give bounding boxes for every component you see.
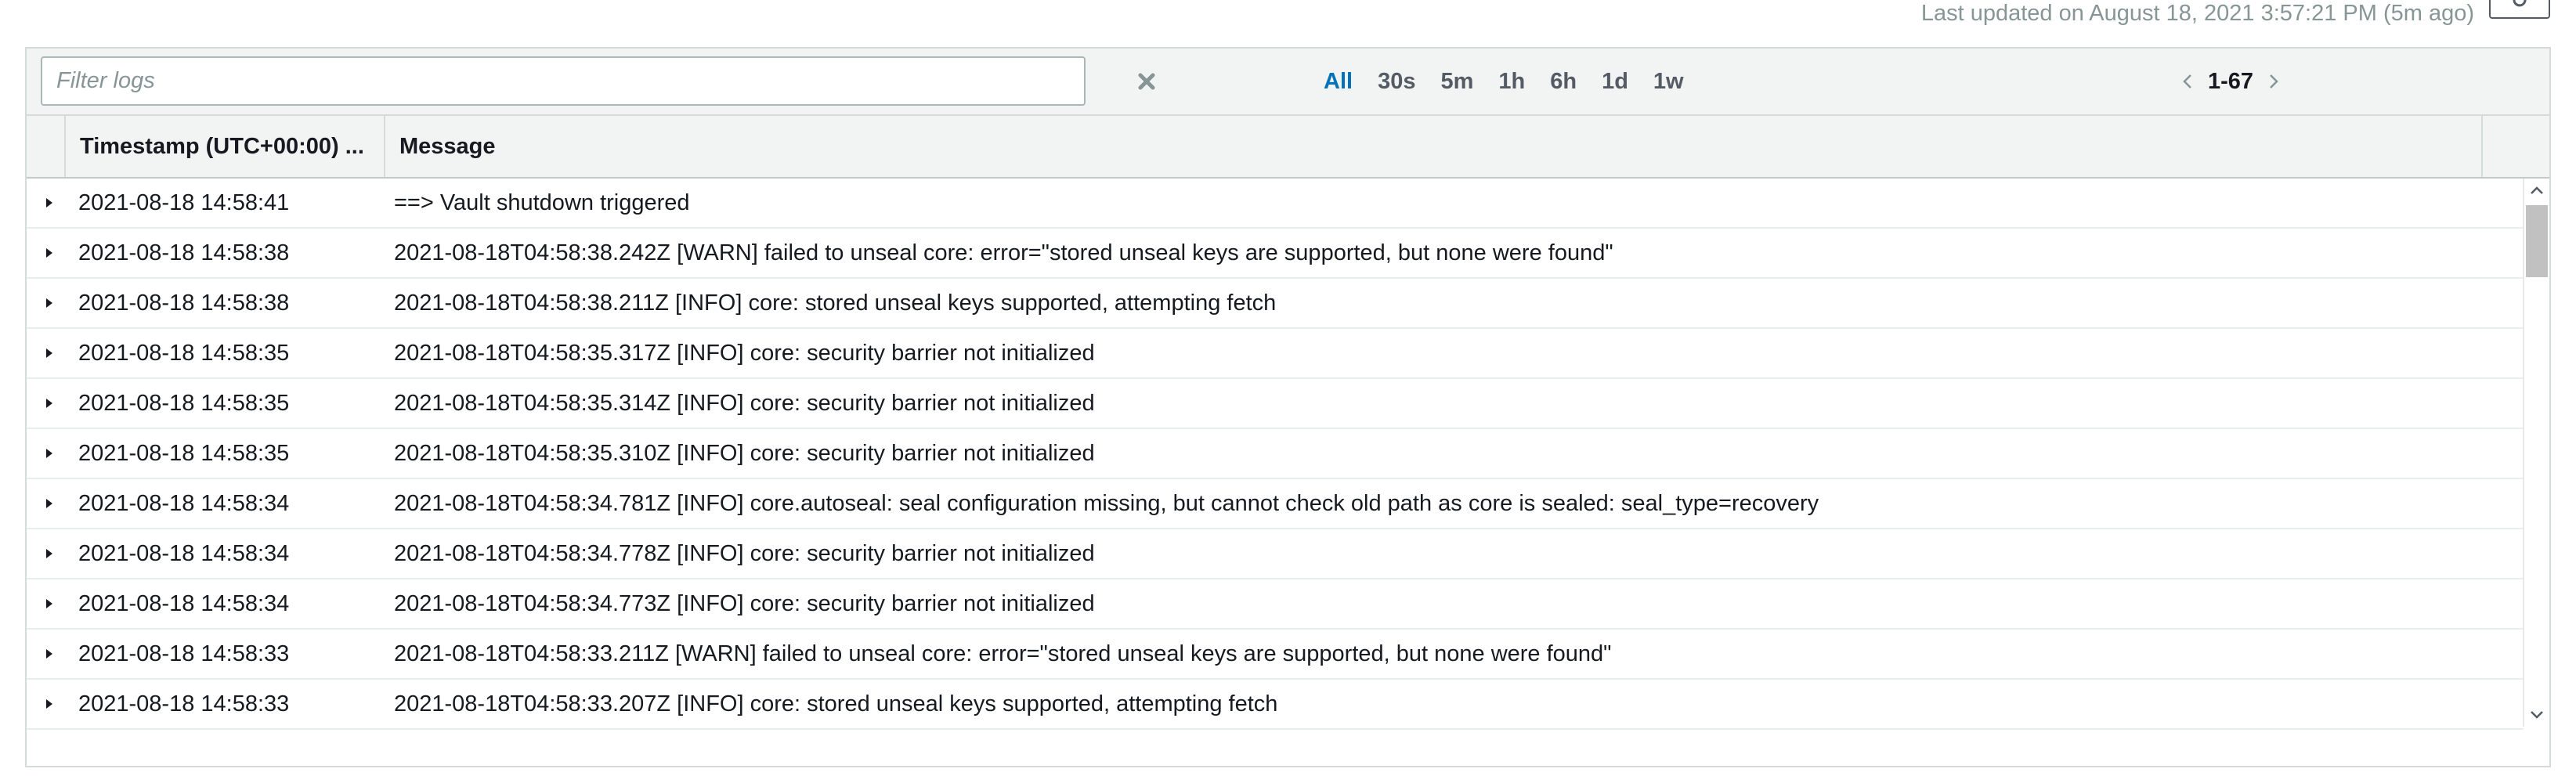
- row-message: 2021-08-18T04:58:33.211Z [WARN] failed t…: [394, 641, 1612, 666]
- caret-right-icon[interactable]: [38, 479, 61, 528]
- row-timestamp: 2021-08-18 14:58:41: [78, 189, 290, 215]
- row-timestamp: 2021-08-18 14:58:35: [78, 440, 290, 466]
- caret-right-icon[interactable]: [38, 579, 61, 628]
- table-row[interactable]: 2021-08-18 14:58:35 2021-08-18T04:58:35.3…: [27, 379, 2524, 429]
- range-all[interactable]: All: [1311, 69, 1365, 95]
- row-timestamp: 2021-08-18 14:58:34: [78, 590, 290, 616]
- row-message: 2021-08-18T04:58:35.317Z [INFO] core: se…: [394, 340, 1095, 366]
- chevron-left-icon[interactable]: [2178, 66, 2197, 97]
- caret-right-icon[interactable]: [38, 429, 61, 478]
- row-timestamp: 2021-08-18 14:58:38: [78, 240, 290, 265]
- table-row[interactable]: 2021-08-18 14:58:33 2021-08-18T04:58:33.2…: [27, 680, 2524, 730]
- row-message: 2021-08-18T04:58:38.242Z [WARN] failed t…: [394, 240, 1613, 265]
- timestamp-header-label: Timestamp (UTC+00:00) ...: [80, 133, 364, 159]
- table-row[interactable]: 2021-08-18 14:58:33 2021-08-18T04:58:33.2…: [27, 630, 2524, 680]
- row-timestamp: 2021-08-18 14:58:34: [78, 490, 290, 516]
- caret-right-icon[interactable]: [38, 279, 61, 327]
- table-row[interactable]: 2021-08-18 14:58:34 2021-08-18T04:58:34.7…: [27, 529, 2524, 579]
- row-message: 2021-08-18T04:58:38.211Z [INFO] core: st…: [394, 290, 1277, 316]
- caret-right-icon[interactable]: [38, 630, 61, 678]
- pagination-range: 1-67: [2207, 68, 2253, 94]
- message-column-header[interactable]: Message: [385, 116, 2483, 177]
- filter-logs-input[interactable]: [41, 56, 1086, 106]
- row-timestamp: 2021-08-18 14:58:34: [78, 540, 290, 566]
- caret-right-icon[interactable]: [38, 379, 61, 428]
- caret-right-icon[interactable]: [38, 529, 61, 578]
- table-row[interactable]: 2021-08-18 14:58:38 2021-08-18T04:58:38.2…: [27, 279, 2524, 329]
- range-1w[interactable]: 1w: [1641, 69, 1696, 95]
- expand-column-header: [27, 116, 66, 177]
- log-rows: 2021-08-18 14:58:41 ==> Vault shutdown tr…: [27, 179, 2524, 730]
- row-timestamp: 2021-08-18 14:58:35: [78, 390, 290, 416]
- message-header-label: Message: [399, 133, 496, 159]
- table-row[interactable]: 2021-08-18 14:58:34 2021-08-18T04:58:34.7…: [27, 479, 2524, 529]
- chevron-right-icon[interactable]: [2264, 66, 2283, 97]
- row-message: 2021-08-18T04:58:34.773Z [INFO] core: se…: [394, 590, 1095, 616]
- row-timestamp: 2021-08-18 14:58:33: [78, 691, 290, 716]
- pagination: 1-67: [2178, 60, 2283, 103]
- row-message: ==> Vault shutdown triggered: [394, 189, 690, 215]
- time-range-selector: All 30s 5m 1h 6h 1d 1w: [1311, 58, 1696, 105]
- row-timestamp: 2021-08-18 14:58:33: [78, 641, 290, 666]
- refresh-icon: [2510, 0, 2529, 13]
- logs-panel: All30s5m1h6h1d1w 1-67 Timestamp (UTC+00:…: [25, 47, 2551, 767]
- table-row[interactable]: 2021-08-18 14:58:38 2021-08-18T04:58:38.2…: [27, 229, 2524, 279]
- table-header: Timestamp (UTC+00:00) ... Message: [27, 114, 2549, 179]
- table-row[interactable]: 2021-08-18 14:58:35 2021-08-18T04:58:35.3…: [27, 329, 2524, 379]
- scroll-down-icon[interactable]: [2524, 705, 2549, 725]
- caret-right-icon[interactable]: [38, 329, 61, 377]
- range-1d[interactable]: 1d: [1589, 69, 1641, 95]
- range-30s[interactable]: 30s: [1365, 69, 1428, 95]
- refresh-button[interactable]: [2489, 0, 2550, 19]
- logs-toolbar: All30s5m1h6h1d1w 1-67: [27, 49, 2549, 114]
- range-5m[interactable]: 5m: [1428, 69, 1486, 95]
- row-message: 2021-08-18T04:58:35.310Z [INFO] core: se…: [394, 440, 1095, 466]
- caret-right-icon[interactable]: [38, 229, 61, 277]
- range-6h[interactable]: 6h: [1537, 69, 1589, 95]
- scroll-up-icon[interactable]: [2524, 180, 2549, 200]
- row-message: 2021-08-18T04:58:34.778Z [INFO] core: se…: [394, 540, 1095, 566]
- last-updated-text: Last updated on August 18, 2021 3:57:21 …: [1920, 1, 2474, 26]
- caret-right-icon[interactable]: [38, 179, 61, 227]
- range-1h[interactable]: 1h: [1486, 69, 1537, 95]
- caret-right-icon[interactable]: [38, 680, 61, 728]
- row-message: 2021-08-18T04:58:34.781Z [INFO] core.aut…: [394, 490, 1819, 516]
- close-icon[interactable]: [1133, 67, 1161, 96]
- vertical-scrollbar[interactable]: [2523, 179, 2549, 727]
- timestamp-column-header[interactable]: Timestamp (UTC+00:00) ...: [66, 116, 385, 177]
- table-row[interactable]: 2021-08-18 14:58:35 2021-08-18T04:58:35.3…: [27, 429, 2524, 479]
- row-message: 2021-08-18T04:58:35.314Z [INFO] core: se…: [394, 390, 1095, 416]
- table-row[interactable]: 2021-08-18 14:58:34 2021-08-18T04:58:34.7…: [27, 579, 2524, 630]
- scrollbar-thumb[interactable]: [2526, 205, 2548, 277]
- row-timestamp: 2021-08-18 14:58:35: [78, 340, 290, 366]
- table-row[interactable]: 2021-08-18 14:58:41 ==> Vault shutdown tr…: [27, 179, 2524, 229]
- row-message: 2021-08-18T04:58:33.207Z [INFO] core: st…: [394, 691, 1278, 716]
- row-timestamp: 2021-08-18 14:58:38: [78, 290, 290, 316]
